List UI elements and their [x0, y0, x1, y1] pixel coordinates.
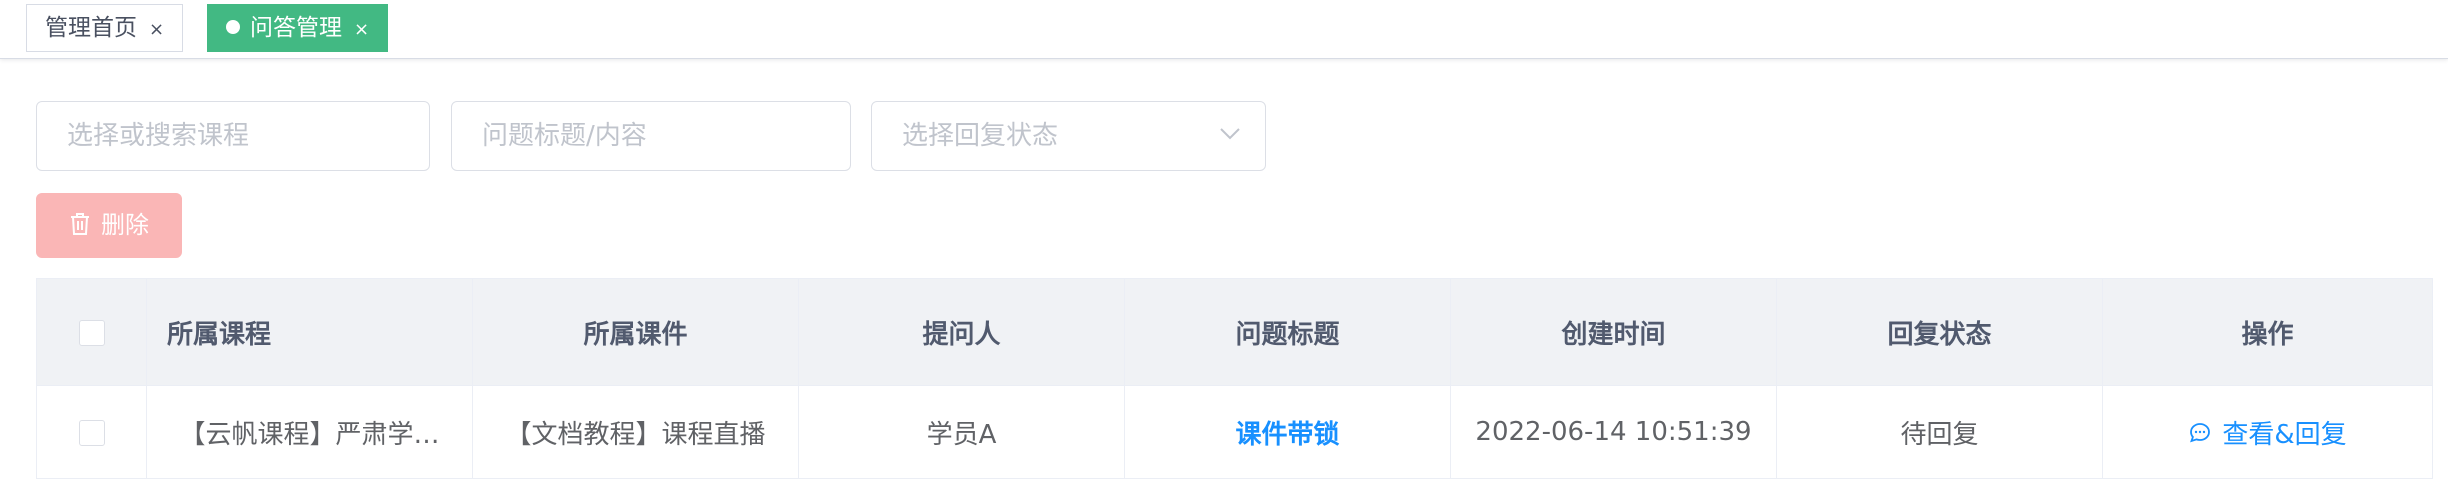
header-asker: 提问人: [798, 278, 1125, 386]
tab-label: 管理首页: [45, 15, 137, 41]
cell-course: 【云帆课程】严肃学…: [146, 385, 473, 479]
cell-created: 2022-06-14 10:51:39: [1450, 385, 1777, 479]
delete-button[interactable]: 删除: [36, 193, 182, 258]
table-row: 【云帆课程】严肃学… 【文档教程】课程直播 学员A 课件带锁 2022-06-1…: [36, 385, 2433, 479]
course-name: 【云帆课程】严肃学…: [179, 419, 440, 450]
select-all-cell: [36, 278, 147, 386]
header-courseware: 所属课件: [472, 278, 799, 386]
row-select-cell: [36, 385, 147, 479]
cell-asker: 学员A: [798, 385, 1125, 479]
table-header-row: 所属课程 所属课件 提问人 问题标题 创建时间 回复状态 操作: [36, 278, 2433, 386]
select-all-checkbox[interactable]: [78, 319, 105, 346]
tab-qa-management[interactable]: 问答管理 ×: [207, 4, 389, 52]
question-title-input[interactable]: [482, 121, 820, 151]
question-title-field[interactable]: [451, 101, 851, 171]
tags-view-bar: 管理首页 × 问答管理 ×: [0, 0, 2448, 59]
trash-icon: [71, 213, 89, 235]
cell-action: 查看&回复: [2102, 385, 2433, 479]
close-icon[interactable]: ×: [354, 19, 369, 40]
courseware-name: 【文档教程】课程直播: [505, 419, 766, 450]
header-status: 回复状态: [1776, 278, 2103, 386]
reply-status-placeholder: 选择回复状态: [902, 121, 1059, 151]
header-title: 问题标题: [1124, 278, 1451, 386]
view-reply-label: 查看&回复: [2222, 419, 2347, 450]
reply-status-select[interactable]: 选择回复状态: [871, 101, 1266, 171]
course-search-input[interactable]: [67, 121, 399, 151]
active-dot-icon: [226, 19, 240, 34]
cell-status: 待回复: [1776, 385, 2103, 479]
view-reply-button[interactable]: 查看&回复: [2188, 419, 2347, 450]
row-checkbox[interactable]: [78, 419, 105, 446]
close-icon[interactable]: ×: [149, 19, 164, 40]
header-action: 操作: [2102, 278, 2433, 386]
delete-button-label: 删除: [101, 211, 149, 239]
chevron-down-icon: [1220, 128, 1240, 140]
header-created: 创建时间: [1450, 278, 1777, 386]
header-course: 所属课程: [146, 278, 473, 386]
tab-label: 问答管理: [250, 15, 342, 41]
cell-courseware: 【文档教程】课程直播: [472, 385, 799, 479]
tab-home[interactable]: 管理首页 ×: [26, 4, 184, 52]
course-search-field[interactable]: [36, 101, 430, 171]
qa-table: 所属课程 所属课件 提问人 问题标题 创建时间 回复状态 操作 【云帆课程】严肃…: [36, 278, 2433, 479]
question-title-link[interactable]: 课件带锁: [1235, 420, 1339, 450]
chat-bubble-icon: [2190, 423, 2211, 443]
cell-title: 课件带锁: [1124, 385, 1451, 479]
